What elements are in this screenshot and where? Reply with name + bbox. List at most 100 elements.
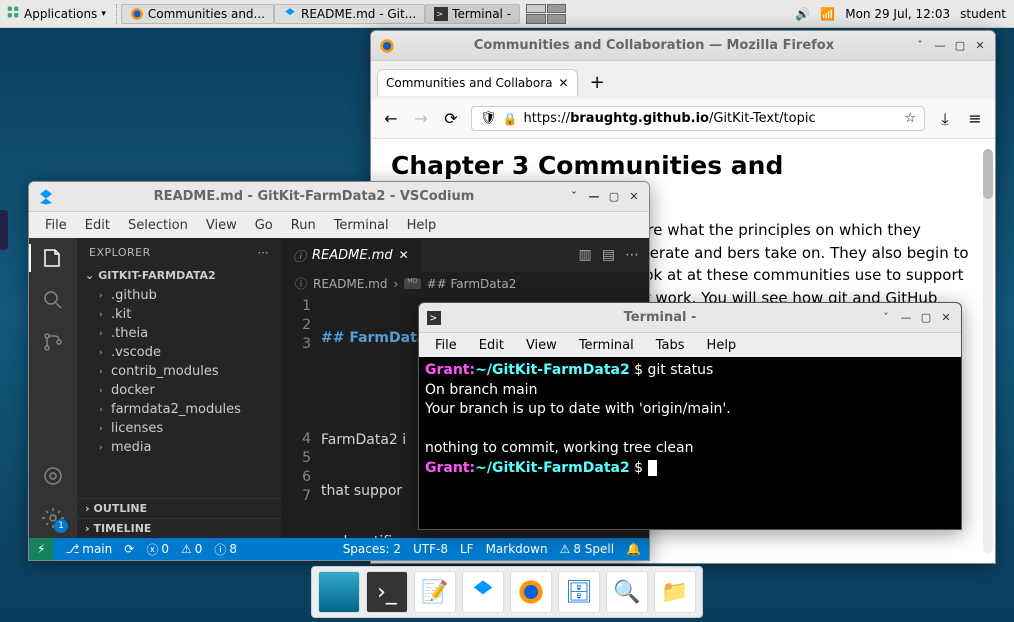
encoding[interactable]: UTF-8	[413, 542, 448, 556]
taskbar-item-firefox[interactable]: Communities and...	[121, 4, 274, 24]
spell-check[interactable]: ⚠ 8 Spell	[560, 542, 615, 556]
menu-help[interactable]: Help	[697, 336, 747, 355]
menu-run[interactable]: Run	[283, 216, 324, 235]
browser-tab[interactable]: Communities and Collabora ✕	[377, 69, 578, 96]
status-bar: ⚡ ⎇ main ⟳ ⓧ 0 ⚠ 0 ⓘ 8 Spaces: 2 UTF-8 L…	[29, 538, 649, 560]
explorer-icon[interactable]	[41, 246, 65, 270]
menu-tabs[interactable]: Tabs	[646, 336, 695, 355]
terminal-content[interactable]: Grant:~/GitKit-FarmData2 $ git status On…	[419, 357, 961, 529]
dock-vscodium[interactable]	[462, 571, 504, 613]
dock-magnifier[interactable]: 🔍	[606, 571, 648, 613]
applications-menu[interactable]: Applications ▾	[0, 5, 112, 22]
git-branch[interactable]: ⎇ main	[65, 542, 112, 556]
tree-folder[interactable]: ›licenses	[77, 419, 281, 438]
minimize-rollup-button[interactable]: ˇ	[567, 190, 581, 204]
downloads-icon[interactable]: ⤓	[935, 109, 955, 129]
maximize-button[interactable]: ▢	[919, 311, 933, 325]
menu-file[interactable]: File	[425, 336, 467, 355]
minimize-rollup-button[interactable]: ˇ	[879, 311, 893, 325]
back-button[interactable]: ←	[381, 109, 401, 128]
user-menu[interactable]: student	[960, 7, 1006, 21]
outline-section[interactable]: ›OUTLINE	[77, 498, 281, 518]
scrollbar[interactable]	[983, 149, 993, 553]
terminal-titlebar[interactable]: > Terminal - ˇ — ▢ ✕	[419, 303, 961, 333]
panel-edge-handle[interactable]	[0, 210, 8, 250]
eol[interactable]: LF	[460, 542, 474, 556]
menu-file[interactable]: File	[37, 216, 75, 235]
minimize-button[interactable]: —	[899, 311, 913, 325]
workspace-switcher[interactable]	[526, 4, 566, 24]
dock-text-editor[interactable]: 📝	[414, 571, 456, 613]
tree-folder[interactable]: ›.kit	[77, 305, 281, 324]
firefox-titlebar[interactable]: Communities and Collaboration — Mozilla …	[371, 31, 995, 61]
problems-warnings[interactable]: ⚠ 0	[181, 542, 202, 556]
tree-folder[interactable]: ›.github	[77, 286, 281, 305]
close-button[interactable]: ✕	[627, 190, 641, 204]
editor-tab[interactable]: ⓘ README.md ✕	[281, 239, 421, 272]
dock-terminal[interactable]: ›_	[366, 571, 408, 613]
tab-close-icon[interactable]: ✕	[399, 248, 409, 262]
search-icon[interactable]	[41, 288, 65, 312]
menu-go[interactable]: Go	[247, 216, 281, 235]
menu-view[interactable]: View	[516, 336, 567, 355]
project-header[interactable]: ⌄GITKIT-FARMDATA2	[77, 267, 281, 284]
tree-folder[interactable]: ›.vscode	[77, 343, 281, 362]
dock-firefox[interactable]	[510, 571, 552, 613]
vscodium-titlebar[interactable]: README.md - GitKit-FarmData2 - VSCodium …	[29, 182, 649, 212]
notifications-icon[interactable]: 🔔	[626, 542, 641, 556]
network-icon[interactable]: 📶	[820, 7, 835, 21]
reload-button[interactable]: ⟳	[441, 109, 461, 128]
menu-help[interactable]: Help	[399, 216, 445, 235]
tree-folder[interactable]: ›contrib_modules	[77, 362, 281, 381]
tab-close-icon[interactable]: ✕	[559, 76, 569, 90]
problems-errors[interactable]: ⓧ 0	[146, 541, 169, 558]
clock[interactable]: Mon 29 Jul, 12:03	[845, 7, 950, 21]
tree-folder[interactable]: ›docker	[77, 381, 281, 400]
update-badge: 1	[54, 519, 68, 533]
language-mode[interactable]: Markdown	[486, 542, 548, 556]
tree-folder[interactable]: ›media	[77, 438, 281, 457]
minimize-button[interactable]: —	[587, 190, 601, 204]
minimize-rollup-button[interactable]: ˇ	[913, 39, 927, 53]
menu-selection[interactable]: Selection	[120, 216, 196, 235]
menu-view[interactable]: View	[198, 216, 245, 235]
scrollbar-thumb[interactable]	[983, 149, 993, 199]
tree-folder[interactable]: ›farmdata2_modules	[77, 400, 281, 419]
breadcrumb[interactable]: ⓘ README.md › ᴹᴰ ## FarmData2	[281, 272, 649, 295]
source-control-icon[interactable]	[41, 330, 65, 354]
shield-icon[interactable]: 🛡	[480, 111, 497, 126]
taskbar-item-vscodium[interactable]: README.md - Git...	[274, 4, 425, 24]
split-editor-icon[interactable]: ▥	[579, 247, 592, 263]
new-tab-button[interactable]: +	[582, 68, 613, 97]
indentation[interactable]: Spaces: 2	[343, 542, 401, 556]
bookmark-star-icon[interactable]: ☆	[904, 111, 916, 126]
maximize-button[interactable]: ▢	[953, 39, 967, 53]
menu-terminal[interactable]: Terminal	[326, 216, 397, 235]
taskbar-item-terminal[interactable]: > Terminal -	[425, 4, 520, 24]
settings-gear-icon[interactable]: 1	[41, 506, 65, 530]
maximize-button[interactable]: ▢	[607, 190, 621, 204]
menu-edit[interactable]: Edit	[77, 216, 118, 235]
extensions-icon[interactable]	[41, 464, 65, 488]
address-bar[interactable]: 🛡 🔒 https://braughtg.github.io/GitKit-Te…	[471, 106, 925, 131]
menu-terminal[interactable]: Terminal	[569, 336, 644, 355]
dock-folder[interactable]: 📁	[654, 571, 696, 613]
hamburger-menu-icon[interactable]: ≡	[965, 109, 985, 128]
dock-show-desktop[interactable]	[318, 571, 360, 613]
remote-indicator[interactable]: ⚡	[29, 538, 53, 560]
close-button[interactable]: ✕	[973, 39, 987, 53]
volume-icon[interactable]: 🔊	[795, 7, 810, 21]
tree-folder[interactable]: ›.theia	[77, 324, 281, 343]
explorer-more-icon[interactable]: ⋯	[258, 246, 270, 259]
editor-more-icon[interactable]: ⋯	[625, 247, 639, 263]
minimize-button[interactable]: —	[933, 39, 947, 53]
split-editor-right-icon[interactable]: ▤	[602, 247, 615, 263]
sync-icon[interactable]: ⟳	[124, 542, 134, 556]
lock-icon[interactable]: 🔒	[503, 112, 518, 126]
menu-edit[interactable]: Edit	[469, 336, 514, 355]
close-button[interactable]: ✕	[939, 311, 953, 325]
forward-button[interactable]: →	[411, 109, 431, 128]
timeline-section[interactable]: ›TIMELINE	[77, 518, 281, 538]
dock-files[interactable]: 🗄	[558, 571, 600, 613]
problems-info[interactable]: ⓘ 8	[214, 541, 237, 558]
